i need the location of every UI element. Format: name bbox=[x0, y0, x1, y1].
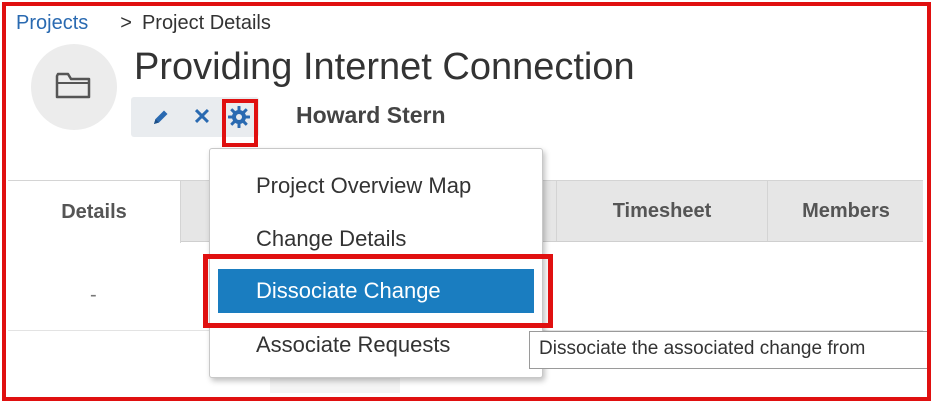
menu-item-project-overview-map[interactable]: Project Overview Map bbox=[256, 173, 471, 199]
menu-item-change-details[interactable]: Change Details bbox=[256, 226, 406, 252]
tooltip: Dissociate the associated change from bbox=[529, 331, 931, 369]
breadcrumb-current: Project Details bbox=[141, 12, 271, 34]
pencil-icon[interactable] bbox=[147, 103, 175, 131]
page-title: Providing Internet Connection bbox=[134, 46, 635, 88]
gear-highlight-annotation bbox=[222, 99, 258, 147]
project-owner: Howard Stern bbox=[296, 102, 446, 128]
menu-item-associate-requests[interactable]: Associate Requests bbox=[256, 332, 450, 358]
breadcrumb: Projects > Project Details bbox=[16, 12, 271, 35]
details-value: - bbox=[90, 284, 97, 306]
project-avatar bbox=[31, 44, 117, 130]
tab-members[interactable]: Members bbox=[766, 181, 926, 241]
close-icon[interactable]: ✕ bbox=[188, 103, 216, 131]
folder-icon bbox=[54, 68, 94, 107]
breadcrumb-link-projects[interactable]: Projects bbox=[16, 12, 88, 34]
tab-details[interactable]: Details bbox=[8, 181, 181, 243]
tab-timesheet[interactable]: Timesheet bbox=[556, 181, 768, 241]
breadcrumb-separator: > bbox=[120, 12, 132, 34]
menu-highlight-annotation bbox=[203, 254, 553, 328]
content-stub bbox=[270, 376, 400, 393]
